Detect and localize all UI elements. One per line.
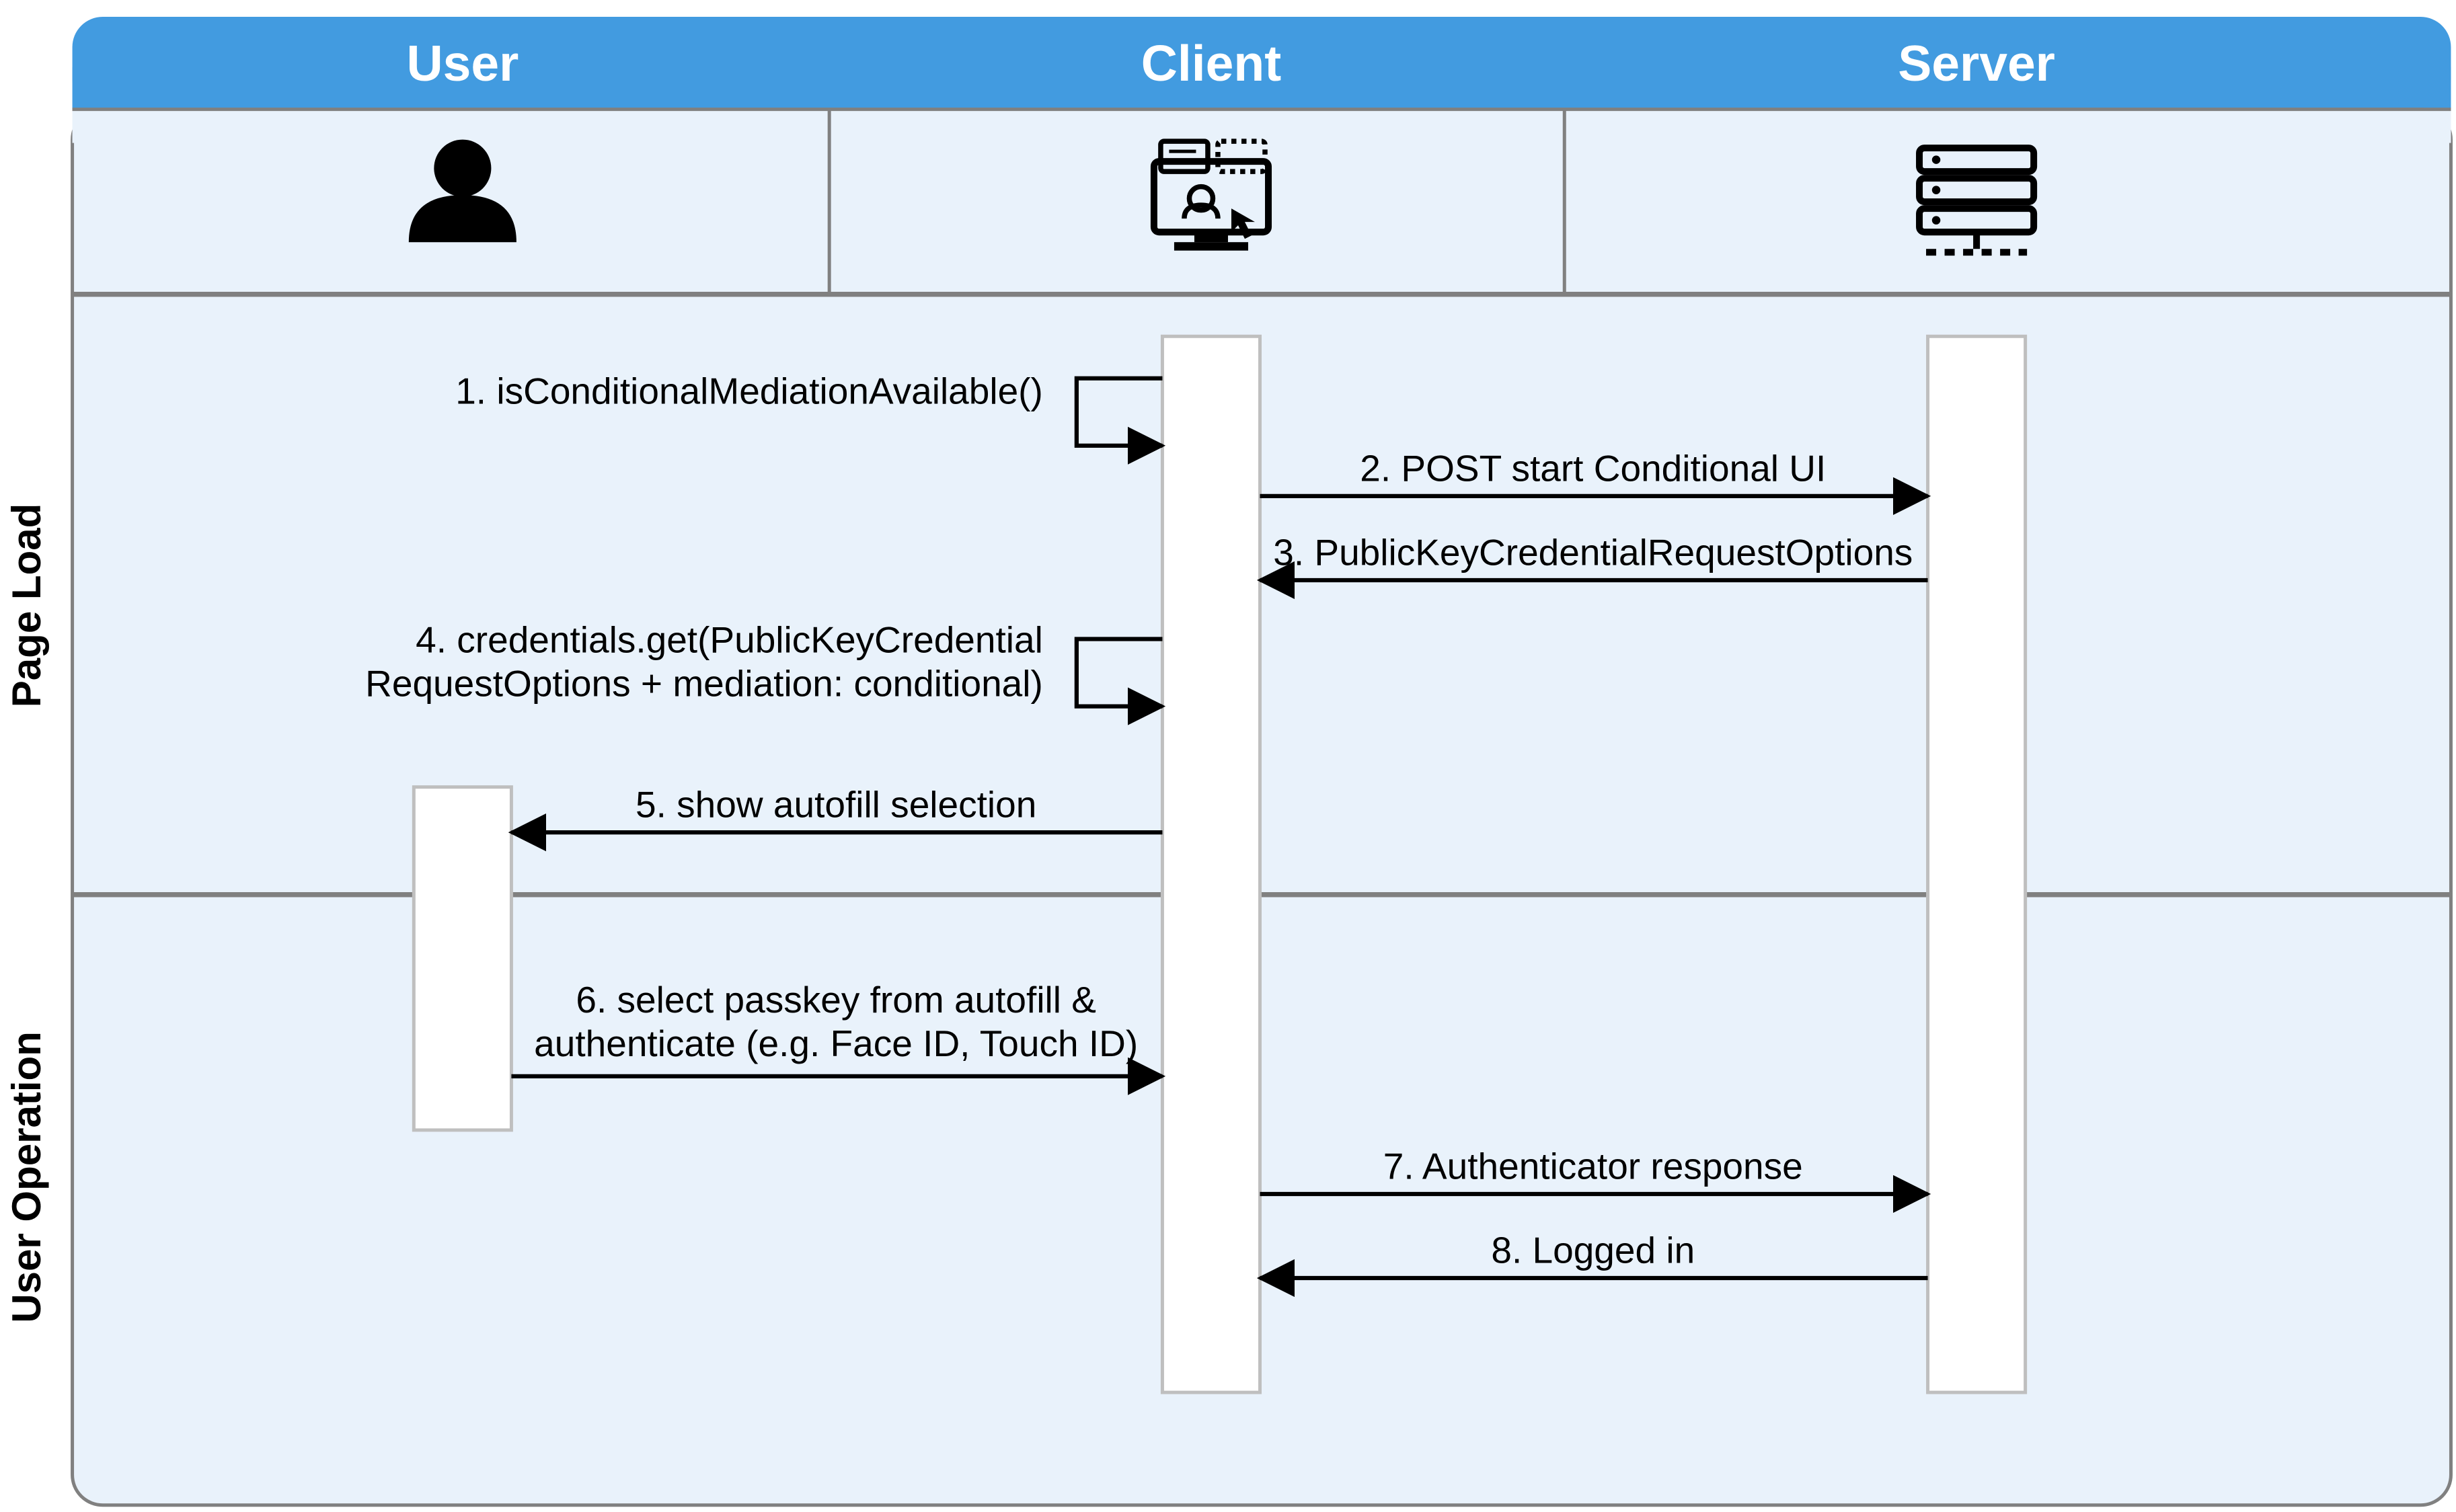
label-m2: 2. POST start Conditional UI [1360,447,1826,489]
lane-header-client: Client [1141,35,1281,91]
label-m6a: 6. select passkey from autofill & [576,979,1096,1021]
activation-server [1928,336,2026,1392]
phase-label-user-operation: User Operation [4,1031,49,1323]
label-m4a: 4. credentials.get(PublicKeyCredential [416,619,1043,661]
sequence-diagram: User Client Server Page Load User Operat… [0,0,2456,1512]
label-m7: 7. Authenticator response [1383,1145,1803,1187]
label-m4b: RequestOptions + mediation: conditional) [365,663,1043,705]
label-m8: 8. Logged in [1491,1230,1695,1271]
activation-user [414,787,511,1130]
label-m6b: authenticate (e.g. Face ID, Touch ID) [534,1023,1138,1064]
body-panel-top-mask [73,110,2451,143]
lane-header-user: User [406,35,519,91]
label-m1: 1. isConditionalMediationAvailable() [455,370,1043,411]
label-m5: 5. show autofill selection [636,784,1036,826]
phase-label-page-load: Page Load [4,504,49,707]
lane-header-server: Server [1898,35,2055,91]
label-m3: 3. PublicKeyCredentialRequestOptions [1273,531,1913,573]
activation-client [1162,336,1260,1392]
